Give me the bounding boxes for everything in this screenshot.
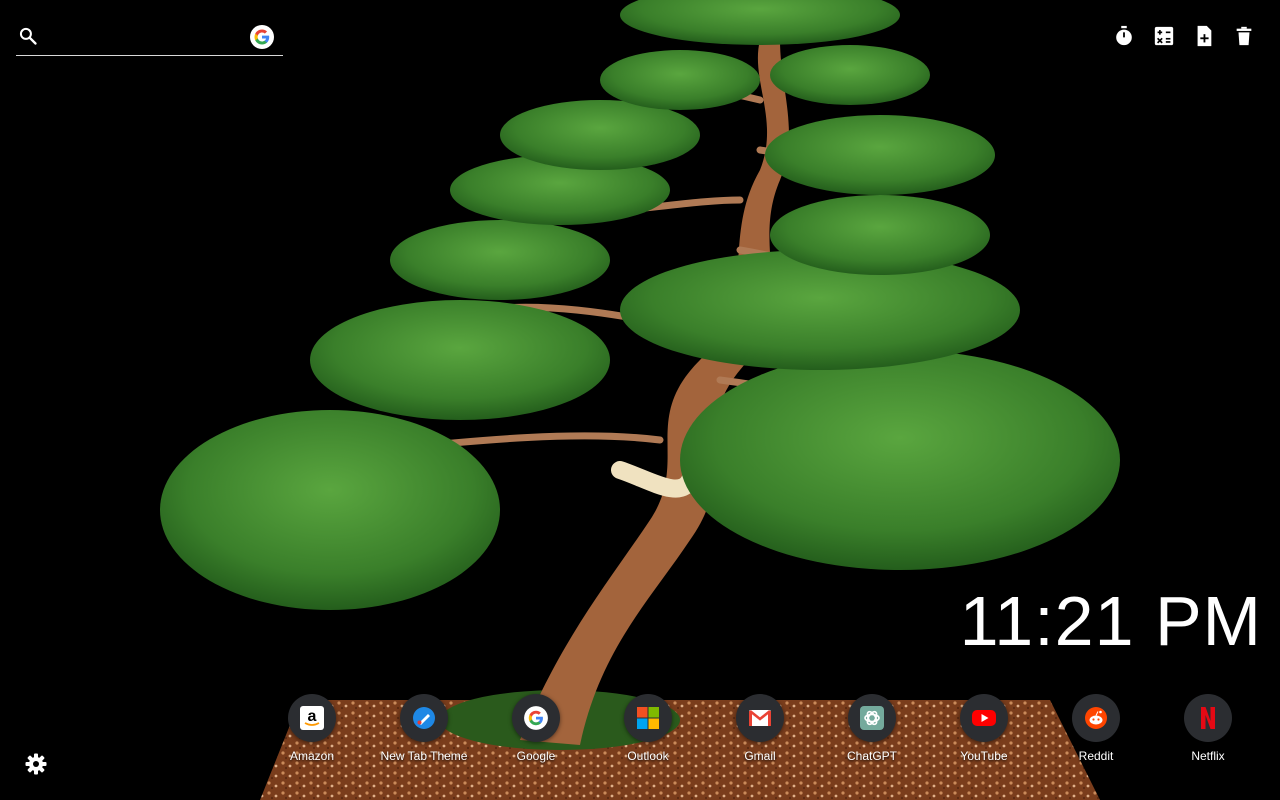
shortcut-label: ChatGPT (846, 749, 897, 763)
svg-text:a: a (308, 708, 317, 725)
calculator-icon[interactable] (1152, 24, 1176, 48)
shortcut-label: Amazon (289, 749, 335, 763)
shortcut-gmail[interactable]: Gmail (704, 694, 816, 763)
shortcut-label: Outlook (627, 749, 669, 763)
wallpaper-bonsai-image (160, 0, 1120, 800)
gmail-icon (736, 694, 784, 742)
reddit-icon (1072, 694, 1120, 742)
shortcut-label: YouTube (960, 749, 1008, 763)
stopwatch-icon[interactable] (1112, 24, 1136, 48)
gear-icon (25, 753, 47, 775)
shortcut-label: New Tab Theme (380, 749, 468, 763)
shortcut-outlook[interactable]: Outlook (592, 694, 704, 763)
clock-time: 11:21 PM (959, 582, 1262, 660)
trash-icon[interactable] (1232, 24, 1256, 48)
shortcut-chatgpt[interactable]: ChatGPT (816, 694, 928, 763)
new-tab-theme-icon (400, 694, 448, 742)
netflix-icon (1184, 694, 1232, 742)
shortcut-label: Netflix (1191, 749, 1225, 763)
shortcut-netflix[interactable]: Netflix (1152, 694, 1264, 763)
settings-button[interactable] (24, 752, 48, 776)
google-g-icon[interactable] (250, 25, 274, 49)
chatgpt-icon (848, 694, 896, 742)
search-bar[interactable] (16, 18, 283, 56)
shortcut-new-tab-theme[interactable]: New Tab Theme (368, 694, 480, 763)
google-icon (512, 694, 560, 742)
shortcut-google[interactable]: Google (480, 694, 592, 763)
search-icon (19, 27, 37, 45)
add-note-icon[interactable] (1192, 24, 1216, 48)
youtube-icon (960, 694, 1008, 742)
shortcut-label: Google (516, 749, 556, 763)
search-input[interactable] (50, 24, 254, 50)
microsoft-icon (624, 694, 672, 742)
shortcuts-dock: a Amazon New Tab Theme Google Outlook Gm… (256, 694, 1264, 763)
top-toolbar (1112, 24, 1256, 48)
shortcut-youtube[interactable]: YouTube (928, 694, 1040, 763)
shortcut-reddit[interactable]: Reddit (1040, 694, 1152, 763)
shortcut-amazon[interactable]: a Amazon (256, 694, 368, 763)
shortcut-label: Gmail (744, 749, 776, 763)
shortcut-label: Reddit (1078, 749, 1114, 763)
amazon-icon: a (288, 694, 336, 742)
